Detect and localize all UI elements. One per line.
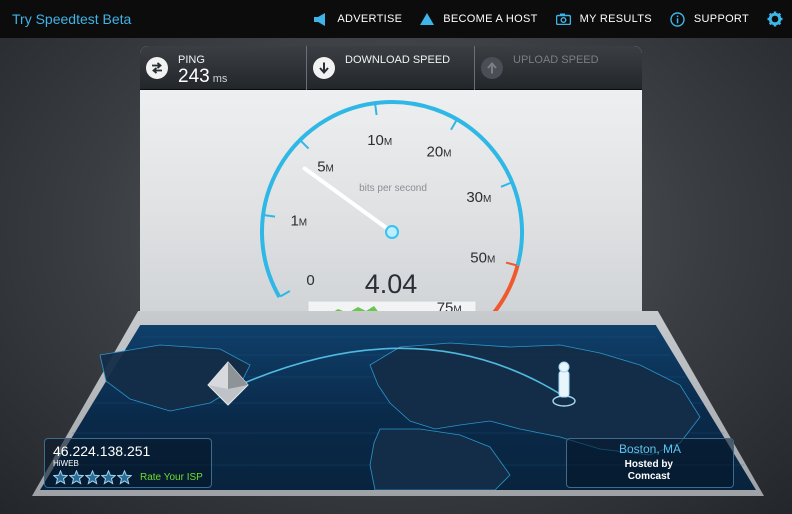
nav-advertise[interactable]: ADVERTISE xyxy=(313,12,403,26)
gauge-tick-label: 10M xyxy=(367,132,392,149)
hosted-by-label: Hosted by xyxy=(624,459,673,470)
gauge-tick xyxy=(505,261,517,267)
gauge-tick-label: 20M xyxy=(426,144,451,161)
gear-icon xyxy=(767,11,783,27)
star-icon[interactable] xyxy=(53,470,68,485)
host-triangle-icon xyxy=(420,13,435,25)
gauge-tick xyxy=(300,140,310,150)
gauge-tick-label: 30M xyxy=(466,189,491,206)
gauge-tick-label: 50M xyxy=(470,249,495,266)
nav-menu: ADVERTISE BECOME A HOST MY RESULTS SUPPO… xyxy=(313,0,792,38)
top-navigation-bar: Try Speedtest Beta ADVERTISE BECOME A HO… xyxy=(0,0,792,38)
nav-support[interactable]: SUPPORT xyxy=(670,11,749,27)
isp-rating-stars[interactable] xyxy=(53,470,133,485)
nav-advertise-label: ADVERTISE xyxy=(337,13,403,25)
gauge-tick-label: 1M xyxy=(290,213,307,230)
gauge-tick xyxy=(374,103,378,116)
nav-become-host[interactable]: BECOME A HOST xyxy=(420,13,537,25)
star-icon[interactable] xyxy=(85,470,100,485)
ping-section: PING 243 ms xyxy=(140,46,306,90)
download-speed-label: DOWNLOAD SPEED xyxy=(345,54,451,66)
results-header: PING 243 ms DOWNLOAD SPEED UPLOAD SPEED xyxy=(140,46,642,90)
speedometer: bits per second 4.04 01M5M10M20M30M50M75… xyxy=(260,100,524,325)
gauge-tick-label: 5M xyxy=(317,159,334,176)
africa-landmass xyxy=(369,428,511,490)
ping-value: 243 xyxy=(178,66,210,87)
ping-label: PING xyxy=(178,54,205,66)
client-info: 46.224.138.251 HiWEB Rate Your ISP xyxy=(44,438,212,488)
gauge-tick xyxy=(263,214,276,218)
ping-value-row: 243 ms xyxy=(178,66,227,88)
upload-speed-label: UPLOAD SPEED xyxy=(513,54,599,66)
client-ip: 46.224.138.251 xyxy=(53,443,151,459)
upload-arrow-icon xyxy=(481,57,503,79)
ping-unit: ms xyxy=(212,73,228,85)
info-icon xyxy=(670,11,685,27)
download-arrow-icon xyxy=(313,57,335,79)
upload-section: UPLOAD SPEED xyxy=(475,46,642,90)
nav-my-results[interactable]: MY RESULTS xyxy=(555,13,652,25)
rate-isp-link[interactable]: Rate Your ISP xyxy=(140,472,203,483)
nav-become-host-label: BECOME A HOST xyxy=(443,13,538,25)
download-section: DOWNLOAD SPEED xyxy=(307,46,474,90)
megaphone-icon xyxy=(314,12,326,26)
server-sponsor: Comcast xyxy=(627,471,670,482)
star-icon[interactable] xyxy=(101,470,116,485)
results-camera-icon xyxy=(555,13,571,25)
star-icon[interactable] xyxy=(117,470,132,485)
gauge-needle xyxy=(302,166,394,234)
star-icon[interactable] xyxy=(69,470,84,485)
nav-support-label: SUPPORT xyxy=(693,13,749,25)
gauge-subtitle: bits per second xyxy=(359,183,427,194)
ping-arrows-icon xyxy=(146,57,168,79)
gauge-needle-hub xyxy=(385,225,399,239)
gauge-tick-label: 0 xyxy=(306,272,314,289)
current-speed-value: 4.04 xyxy=(365,269,418,299)
isp-name: HiWEB xyxy=(53,459,79,468)
gauge-tick xyxy=(279,290,291,298)
server-city: Boston, MA xyxy=(618,442,681,456)
nav-my-results-label: MY RESULTS xyxy=(579,13,652,25)
gauge-tick xyxy=(500,181,512,188)
server-info[interactable]: Boston, MA Hosted by Comcast xyxy=(566,438,734,488)
settings-button[interactable] xyxy=(767,11,792,27)
try-beta-link[interactable]: Try Speedtest Beta xyxy=(12,11,131,27)
gauge-tick xyxy=(450,119,458,131)
